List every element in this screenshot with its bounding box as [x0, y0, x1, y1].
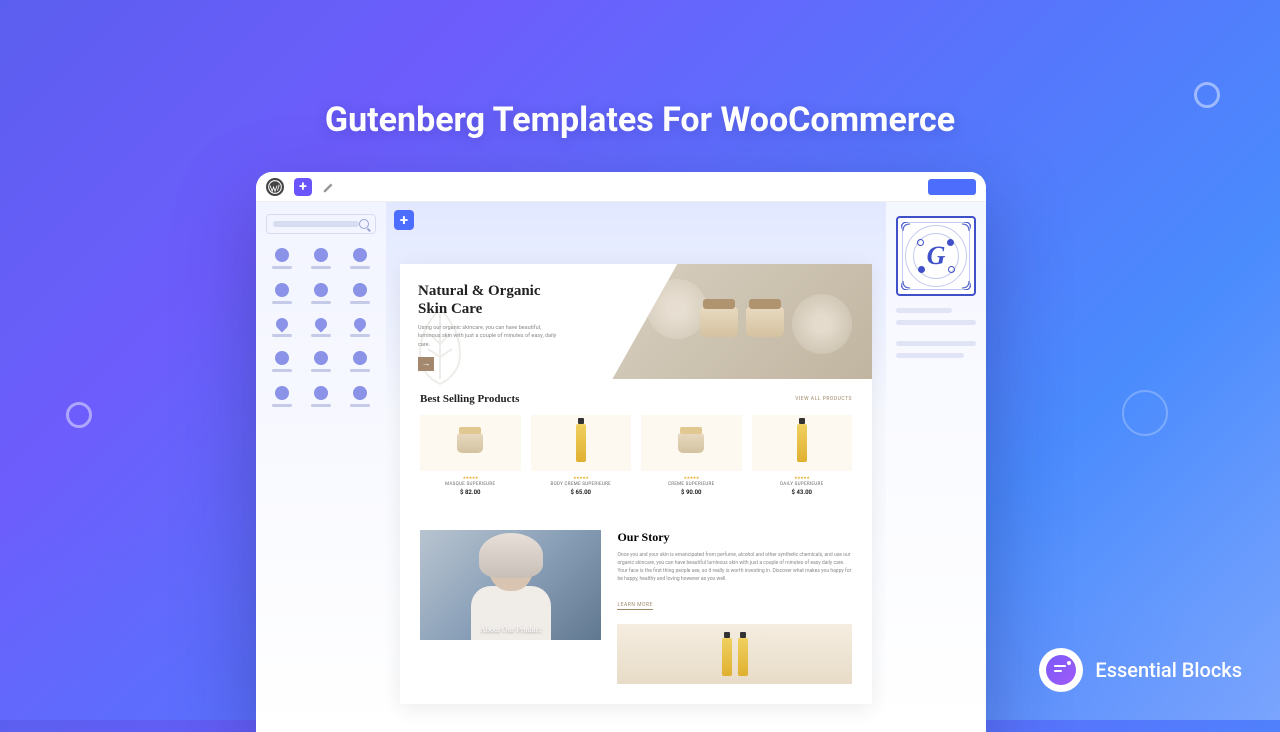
- hero-cta-button[interactable]: →: [418, 357, 434, 371]
- product-image-icon: [678, 433, 704, 453]
- story-body: Once you and your skin is emancipated fr…: [617, 551, 852, 583]
- block-item[interactable]: [345, 283, 376, 304]
- hero-image: [612, 264, 872, 379]
- block-item[interactable]: [305, 248, 336, 269]
- block-search-input[interactable]: [266, 214, 376, 234]
- block-item[interactable]: [305, 318, 336, 337]
- star-rating-icon: ★★★★★: [531, 475, 632, 480]
- view-all-link[interactable]: VIEW ALL PRODUCTS: [795, 396, 852, 402]
- add-block-button[interactable]: +: [294, 178, 312, 196]
- product-image-icon: [457, 433, 483, 453]
- learn-more-link[interactable]: LEARN MORE: [617, 602, 652, 610]
- block-item[interactable]: [266, 318, 297, 337]
- story-product-image: [617, 624, 852, 684]
- hero-body: Using our organic skincare, you can have…: [418, 324, 558, 349]
- product-card[interactable]: ★★★★★ MASQUE SUPERIEURE $ 82.00: [420, 415, 521, 496]
- product-card[interactable]: ★★★★★ CREME SUPERIEURE $ 90.00: [641, 415, 742, 496]
- block-inserter-panel: [256, 202, 386, 732]
- brand-name: Essential Blocks: [1095, 658, 1242, 682]
- settings-panel: G: [886, 202, 986, 732]
- editor-topbar: +: [256, 172, 986, 202]
- decor-ring: [1122, 390, 1168, 436]
- block-item[interactable]: [345, 351, 376, 372]
- product-grid: ★★★★★ MASQUE SUPERIEURE $ 82.00 ★★★★★ BO…: [420, 415, 852, 496]
- product-image-icon: [576, 424, 586, 462]
- star-rating-icon: ★★★★★: [752, 475, 853, 480]
- block-item[interactable]: [305, 283, 336, 304]
- block-item[interactable]: [305, 351, 336, 372]
- star-rating-icon: ★★★★★: [420, 475, 521, 480]
- block-item[interactable]: [266, 351, 297, 372]
- block-item[interactable]: [266, 386, 297, 407]
- block-grid: [266, 248, 376, 407]
- wordpress-logo-icon[interactable]: [266, 178, 284, 196]
- template-preview: Natural & Organic Skin Care Using our or…: [400, 264, 872, 704]
- star-rating-icon: ★★★★★: [641, 475, 742, 480]
- product-card[interactable]: ★★★★★ DAILY SUPERIEURE $ 43.00: [752, 415, 853, 496]
- gutenberg-logo-icon: G: [896, 216, 976, 296]
- block-item[interactable]: [345, 248, 376, 269]
- story-caption: About Our Product: [420, 625, 601, 634]
- block-item[interactable]: [345, 318, 376, 337]
- story-image: About Our Product: [420, 530, 601, 640]
- story-title: Our Story: [617, 530, 852, 545]
- brand-badge: Essential Blocks: [1039, 648, 1242, 692]
- hero-title: Natural & Organic Skin Care: [418, 282, 594, 318]
- page-headline: Gutenberg Templates For WooCommerce: [0, 100, 1280, 140]
- editor-body: + Natural & Organic Skin Care Using our …: [256, 202, 986, 732]
- block-item[interactable]: [345, 386, 376, 407]
- settings-placeholder: [896, 308, 976, 358]
- search-icon: [359, 219, 369, 229]
- edit-icon[interactable]: [322, 180, 336, 194]
- product-card[interactable]: ★★★★★ BODY CREME SUPERIEURE $ 65.00: [531, 415, 632, 496]
- block-item[interactable]: [266, 248, 297, 269]
- hero-section: Natural & Organic Skin Care Using our or…: [400, 264, 872, 379]
- block-item[interactable]: [266, 283, 297, 304]
- essential-blocks-logo-icon: [1039, 648, 1083, 692]
- our-story-section: About Our Product Our Story Once you and…: [400, 510, 872, 704]
- decor-ring: [66, 402, 92, 428]
- publish-button[interactable]: [928, 179, 976, 195]
- editor-canvas[interactable]: + Natural & Organic Skin Care Using our …: [386, 202, 886, 732]
- canvas-add-block-button[interactable]: +: [394, 210, 414, 230]
- product-image-icon: [797, 424, 807, 462]
- block-item[interactable]: [305, 386, 336, 407]
- editor-window: +: [256, 172, 986, 732]
